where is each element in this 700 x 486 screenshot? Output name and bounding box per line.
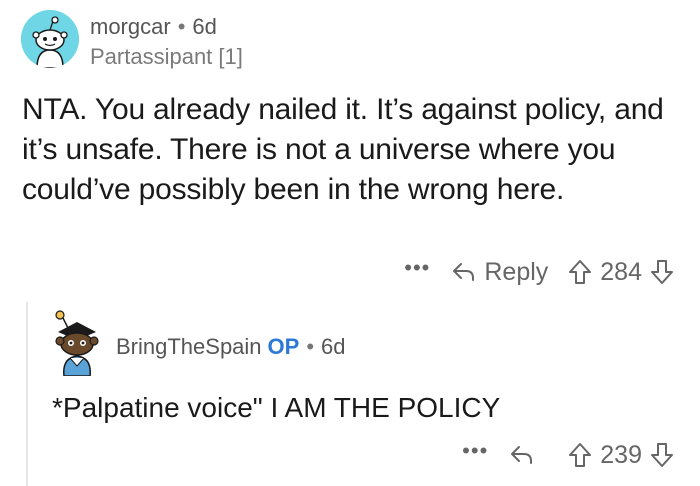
upvote-button[interactable]: [568, 259, 592, 285]
comment-meta: morgcar • 6d: [90, 14, 217, 40]
avatar[interactable]: [21, 10, 79, 68]
more-options-button[interactable]: •••: [404, 257, 430, 279]
user-flair: Partassipant [1]: [90, 44, 243, 69]
comment-body: NTA. You already nailed it. It’s against…: [22, 93, 664, 206]
downvote-button[interactable]: [650, 259, 674, 285]
meta-separator: •: [306, 334, 315, 359]
thread-line[interactable]: [26, 302, 28, 486]
more-options-button[interactable]: •••: [462, 440, 488, 462]
upvote-button[interactable]: [568, 442, 592, 468]
username[interactable]: morgcar: [90, 14, 171, 39]
downvote-arrow-icon: [651, 260, 673, 284]
username[interactable]: BringTheSpain: [116, 334, 262, 359]
avatar[interactable]: [48, 310, 106, 377]
reply-button[interactable]: [510, 444, 542, 466]
upvote-arrow-icon: [569, 260, 592, 284]
upvote-arrow-icon: [569, 443, 592, 467]
reply-arrow-icon: [511, 446, 533, 464]
comment-actions: ••• Reply 284: [404, 254, 674, 290]
snoo-avatar-with-hat-icon: [55, 310, 99, 377]
reply-button[interactable]: Reply: [452, 258, 548, 287]
comment-age: 6d: [321, 334, 346, 359]
vote-count: 284: [600, 257, 642, 286]
comment-meta: BringTheSpain OP • 6d: [116, 334, 346, 360]
reddit-snoo-icon: [21, 10, 79, 68]
op-badge: OP: [267, 334, 300, 359]
meta-separator: •: [177, 14, 186, 39]
comment-age: 6d: [192, 14, 217, 39]
downvote-arrow-icon: [651, 443, 673, 467]
reply-label: Reply: [484, 257, 549, 286]
comment-actions: ••• 239: [462, 437, 674, 473]
downvote-button[interactable]: [650, 442, 674, 468]
comment-body: *Palpatine voice" I AM THE POLICY: [52, 392, 501, 423]
reply-arrow-icon: [453, 263, 475, 281]
vote-count: 239: [600, 440, 642, 469]
